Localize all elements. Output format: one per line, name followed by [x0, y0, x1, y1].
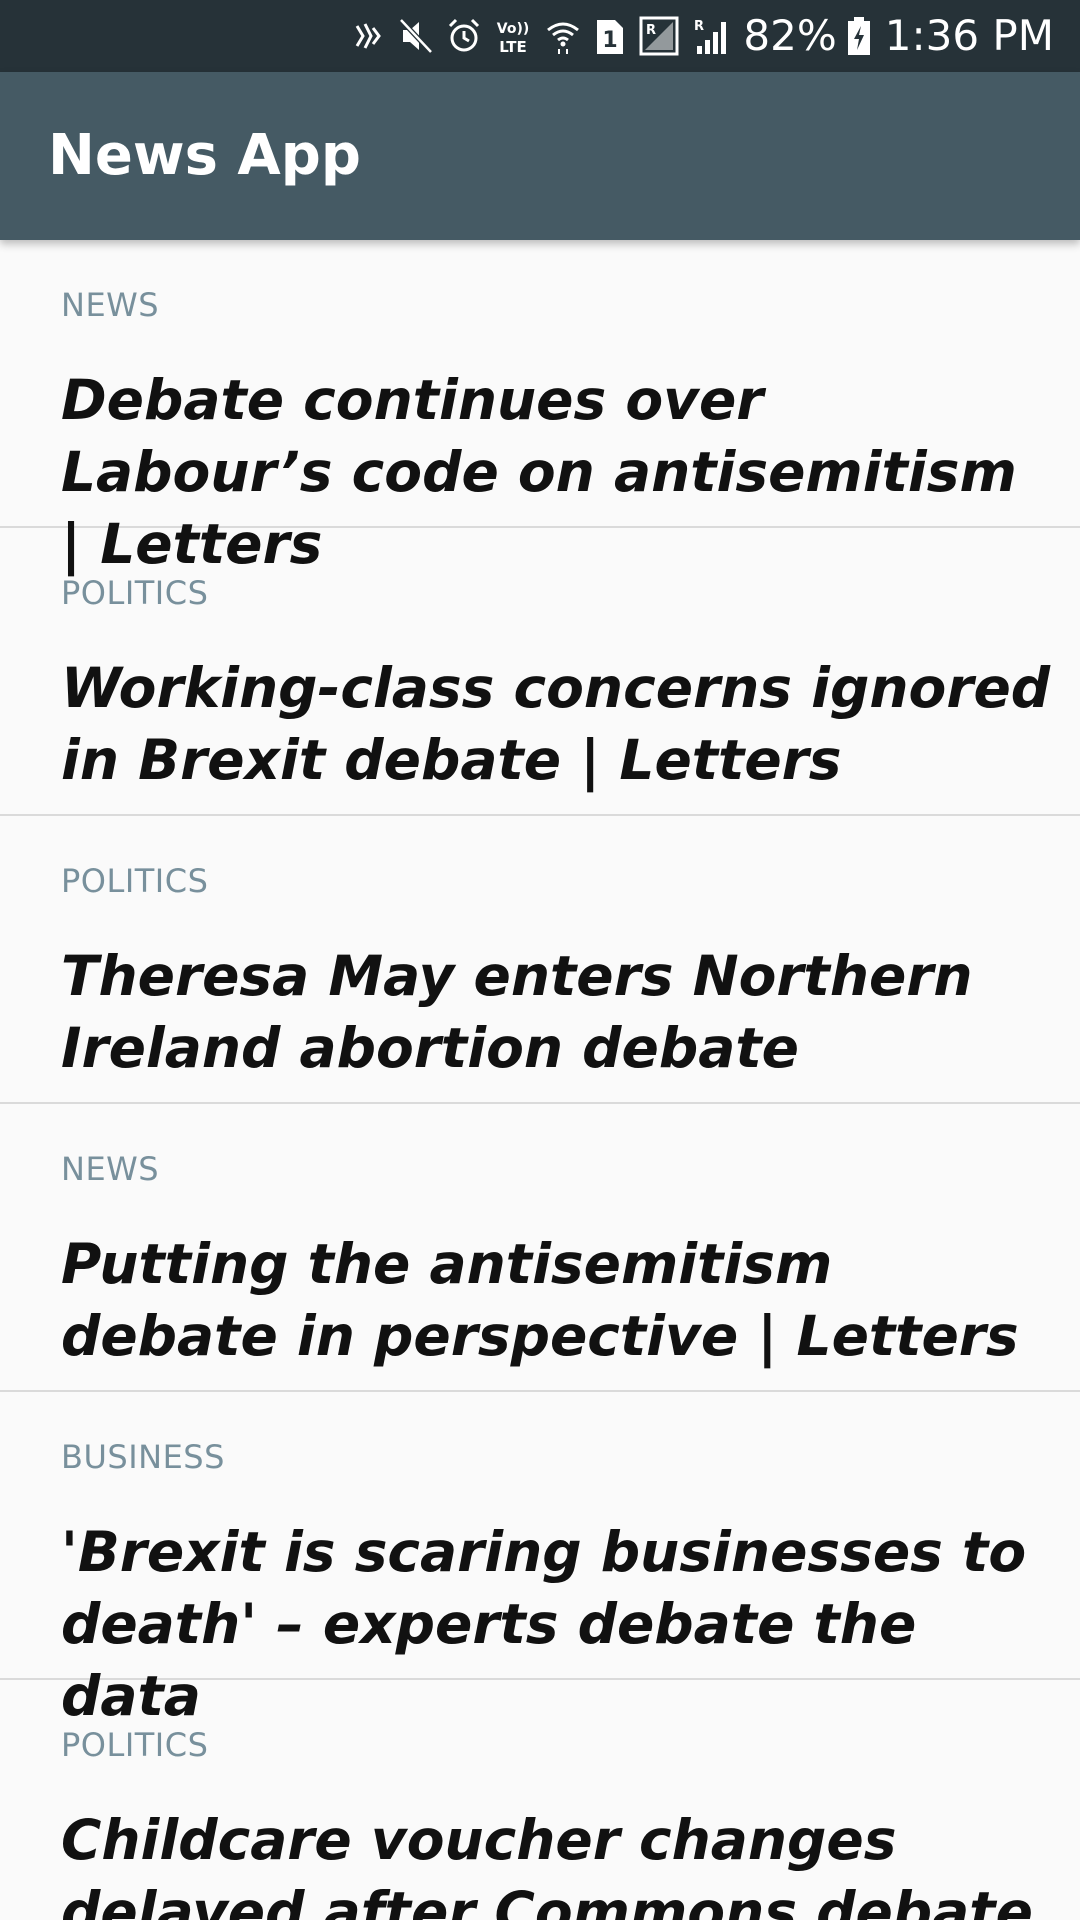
- status-clock: 1:36 PM: [884, 11, 1054, 60]
- svg-text:LTE: LTE: [500, 38, 528, 56]
- volte-icon: Vo)) LTE: [495, 14, 531, 58]
- alarm-icon: [447, 14, 481, 58]
- roaming-signal-icon: R: [639, 14, 679, 58]
- battery-charging-icon: [847, 14, 871, 58]
- article-item[interactable]: NEWS Debate continues over Labour’s code…: [0, 240, 1080, 576]
- wifi-icon: [545, 14, 581, 58]
- article-headline: Theresa May enters Northern Ireland abor…: [61, 944, 973, 1080]
- app-bar: News App: [0, 72, 1080, 240]
- article-section: POLITICS: [61, 862, 209, 900]
- article-item[interactable]: POLITICS Theresa May enters Northern Ire…: [0, 816, 1080, 1104]
- mute-icon: [399, 14, 434, 58]
- article-section: NEWS: [61, 1150, 160, 1188]
- status-icons: Vo)) LTE 1 R R: [353, 14, 731, 58]
- article-item[interactable]: POLITICS Childcare voucher changes delay…: [0, 1680, 1080, 1920]
- svg-text:Vo)): Vo)): [497, 21, 529, 37]
- article-headline: Childcare voucher changes delayed after …: [61, 1808, 1033, 1920]
- article-headline: Working-class concerns ignored in Brexit…: [61, 656, 1051, 792]
- article-section: BUSINESS: [61, 1438, 225, 1476]
- status-bar: Vo)) LTE 1 R R 82% 1:36 PM: [0, 0, 1080, 72]
- article-section: POLITICS: [61, 574, 209, 612]
- signal-icon: R: [693, 14, 731, 58]
- battery-percentage: 82%: [743, 11, 837, 60]
- svg-text:1: 1: [603, 28, 618, 53]
- article-item[interactable]: POLITICS Working-class concerns ignored …: [0, 528, 1080, 816]
- article-section: POLITICS: [61, 1726, 209, 1764]
- sim1-icon: 1: [595, 14, 625, 58]
- svg-text:R: R: [646, 23, 656, 38]
- article-item[interactable]: BUSINESS 'Brexit is scaring businesses t…: [0, 1392, 1080, 1728]
- article-headline: Putting the antisemitism debate in persp…: [61, 1232, 1019, 1368]
- nfc-icon: [353, 14, 385, 58]
- app-title: News App: [48, 123, 361, 188]
- svg-text:R: R: [694, 19, 704, 34]
- article-list[interactable]: NEWS Debate continues over Labour’s code…: [0, 240, 1080, 1920]
- article-item[interactable]: NEWS Putting the antisemitism debate in …: [0, 1104, 1080, 1392]
- article-section: NEWS: [61, 286, 160, 324]
